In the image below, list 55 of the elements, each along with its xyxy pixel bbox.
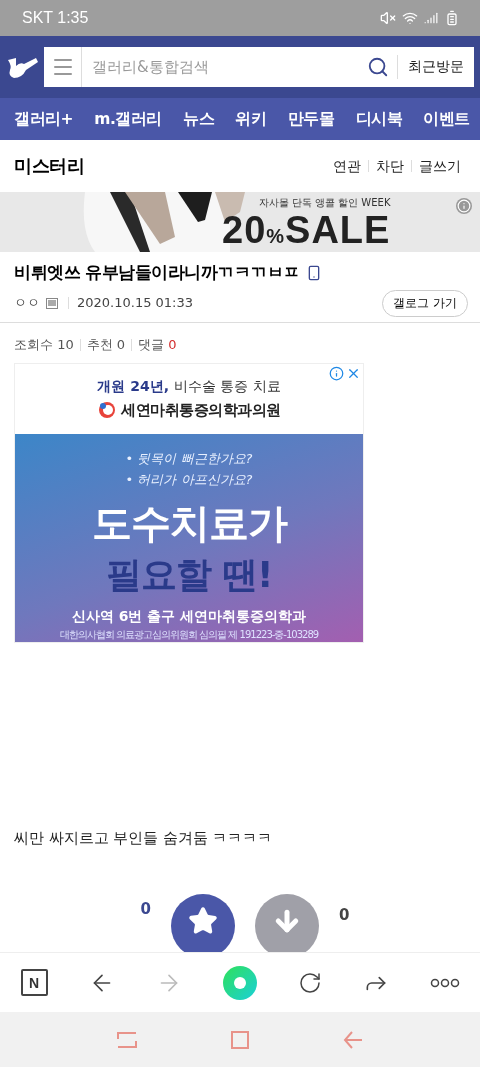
- nav-tab[interactable]: m.갤러리: [94, 108, 162, 130]
- reload-button[interactable]: [297, 970, 322, 995]
- mute-icon: [380, 10, 396, 26]
- nav-tab[interactable]: 만두몰: [287, 108, 335, 130]
- post-body: 씨만 싸지르고 부인들 숨겨둠 ㅋㅋㅋㅋ: [14, 829, 274, 848]
- nav-tab[interactable]: 위키: [235, 108, 267, 130]
- post-stat: 조회수 10: [14, 339, 75, 351]
- status-time: SKT 1:35: [22, 9, 89, 27]
- search-field[interactable]: 갤러리&통합검색 최근방문: [44, 47, 474, 87]
- ad-question: • 허리가 아프신가요?: [125, 471, 253, 489]
- ad-info-icon[interactable]: [329, 366, 344, 381]
- reload-icon: [297, 970, 322, 995]
- clinic-logo: [97, 400, 118, 420]
- post-stat: 댓글 0: [131, 339, 183, 351]
- star-icon: [188, 906, 218, 936]
- nav-tab[interactable]: 뉴스: [183, 108, 215, 130]
- sale-banner-ad[interactable]: 자사몰 단독 앵콜 할인 WEEK 20%SALE: [0, 192, 480, 252]
- downvote-count: 0: [339, 906, 350, 924]
- ad-question: • 뒷목이 뻐근한가요?: [125, 450, 253, 468]
- home-button[interactable]: N: [20, 969, 48, 996]
- gallery-action-link[interactable]: 차단: [368, 160, 411, 172]
- nav-tab[interactable]: 이벤트: [423, 108, 470, 130]
- gallery-title: 미스터리: [14, 154, 84, 178]
- upvote-button[interactable]: [171, 894, 235, 952]
- back-icon[interactable]: [342, 1029, 364, 1050]
- ad-headline: 도수치료가: [91, 499, 287, 548]
- battery-icon: [444, 10, 460, 26]
- signal-icon: [424, 11, 438, 25]
- downvote-button[interactable]: [255, 894, 319, 952]
- ad-tagline: 개원 24년, 비수술 통증 치료: [97, 378, 281, 396]
- nav-tab[interactable]: 디시북: [355, 108, 403, 130]
- home-icon[interactable]: [230, 1029, 250, 1050]
- info-button[interactable]: [456, 198, 472, 214]
- close-icon[interactable]: [346, 366, 361, 381]
- nickname-icon: [46, 297, 58, 309]
- more-icon[interactable]: [429, 977, 460, 988]
- banner-headline: 20%SALE: [222, 210, 391, 252]
- post-title: 비튀엣쓰 유부남들이라니까ㄲㅋㄲㅂㅍ: [14, 262, 300, 284]
- gallery-action-link[interactable]: 글쓰기: [411, 160, 468, 172]
- upvote-count: 0: [140, 900, 151, 918]
- gallery-action-link[interactable]: 연관: [326, 160, 368, 172]
- clinic-name: 세연마취통증의학과의원: [121, 400, 281, 420]
- info-icon: [457, 199, 471, 213]
- post-stat: 추천 0: [79, 339, 132, 351]
- ad-subheadline: 필요할 땐!: [105, 553, 273, 597]
- post-author: ㅇㅇ: [14, 294, 40, 312]
- search-icon[interactable]: [367, 56, 389, 78]
- ring-icon[interactable]: [222, 965, 257, 1000]
- banner-kicker: 자사몰 단독 앵콜 할인 WEEK: [258, 196, 391, 210]
- gallog-button[interactable]: 갤로그 가기: [382, 289, 468, 317]
- nav-tab[interactable]: 갤러리+: [14, 108, 73, 130]
- ad-disclaimer: 대한의사협회 의료광고심의위원회 심의필 제 191223-중-103289: [59, 628, 319, 642]
- post-date: 2020.10.15 01:33: [68, 297, 194, 309]
- ad-location: 신사역 6번 출구 세연마취통증의학과: [71, 608, 307, 626]
- wifi-icon: [402, 10, 418, 26]
